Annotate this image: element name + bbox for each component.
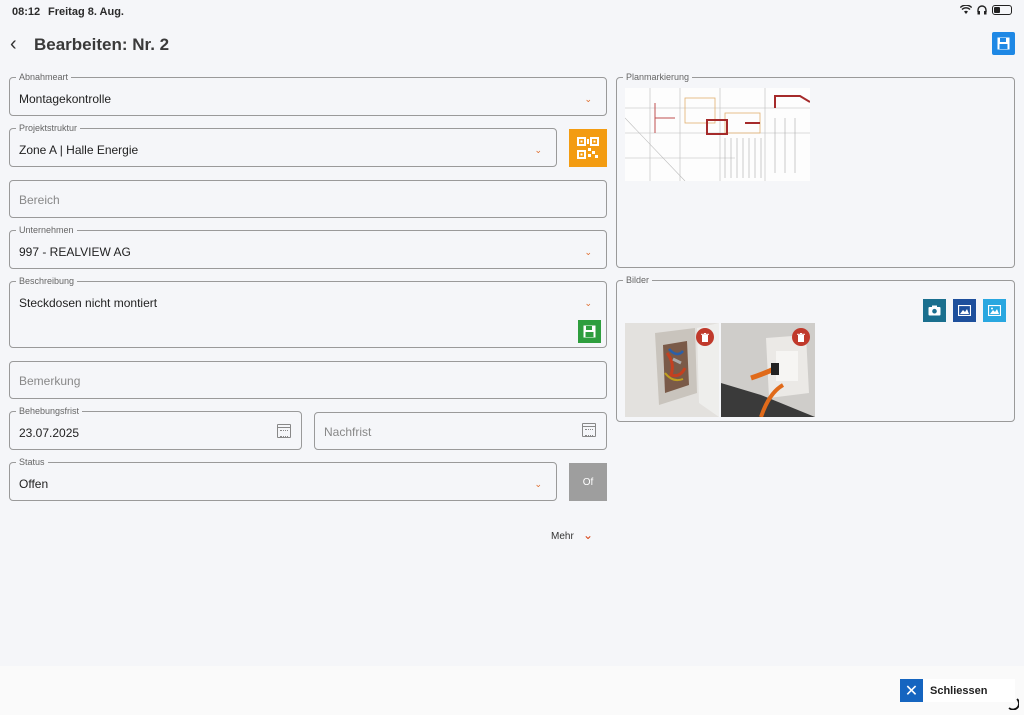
date: Freitag 8. Aug. bbox=[48, 6, 124, 18]
close-button[interactable]: ✕ Schliessen bbox=[900, 679, 1015, 702]
qr-code-icon bbox=[577, 137, 599, 159]
projektstruktur-select[interactable]: Projektstruktur Zone A | Halle Energie ⌄ bbox=[9, 123, 557, 167]
status-bar: 08:12 Freitag 8. Aug. bbox=[0, 0, 1024, 24]
nachfrist-placeholder: Nachfrist bbox=[324, 425, 372, 439]
headphones-icon bbox=[977, 5, 987, 15]
bemerkung-placeholder: Bemerkung bbox=[19, 374, 81, 388]
projektstruktur-value: Zone A | Halle Energie bbox=[19, 143, 139, 157]
abnahmeart-label: Abnahmeart bbox=[19, 72, 69, 82]
status-badge[interactable]: Of bbox=[569, 463, 607, 501]
floppy-icon bbox=[583, 325, 596, 338]
camera-button[interactable] bbox=[923, 299, 946, 322]
loading-spinner-icon bbox=[1008, 698, 1019, 710]
delete-photo-button[interactable] bbox=[696, 328, 714, 346]
save-button[interactable] bbox=[992, 32, 1015, 55]
chevron-down-icon[interactable]: ⌄ bbox=[583, 528, 593, 542]
plan-panel-title: Planmarkierung bbox=[626, 72, 690, 82]
unternehmen-select[interactable]: Unternehmen 997 - REALVIEW AG ⌄ bbox=[9, 225, 607, 269]
chevron-down-icon: ⌄ bbox=[534, 145, 542, 155]
back-chevron-icon[interactable]: ‹ bbox=[10, 33, 17, 56]
camera-icon bbox=[928, 305, 941, 316]
image-annotate-button[interactable] bbox=[983, 299, 1006, 322]
status-value: Offen bbox=[19, 477, 49, 491]
header: ‹ Bearbeiten: Nr. 2 bbox=[0, 30, 1024, 60]
abnahmeart-value: Montagekontrolle bbox=[19, 92, 112, 106]
abnahmeart-select[interactable]: Abnahmeart Montagekontrolle ⌄ bbox=[9, 72, 607, 116]
status-icons bbox=[960, 5, 1012, 15]
projektstruktur-label: Projektstruktur bbox=[19, 123, 78, 133]
photo-thumbnail[interactable] bbox=[625, 323, 719, 417]
floor-plan-image[interactable] bbox=[624, 88, 811, 182]
mehr-link[interactable]: Mehr bbox=[551, 531, 574, 542]
qr-scan-button[interactable] bbox=[569, 129, 607, 167]
status-select[interactable]: Status Offen ⌄ bbox=[9, 457, 557, 501]
save-text-button[interactable] bbox=[578, 320, 601, 343]
unternehmen-value: 997 - REALVIEW AG bbox=[19, 245, 131, 259]
battery-icon bbox=[992, 5, 1012, 15]
close-label[interactable]: Schliessen bbox=[923, 679, 1015, 702]
calendar-icon[interactable] bbox=[582, 423, 596, 437]
calendar-icon[interactable] bbox=[277, 424, 291, 438]
gallery-button[interactable] bbox=[953, 299, 976, 322]
beschreibung-value: Steckdosen nicht montiert bbox=[19, 296, 158, 310]
delete-photo-button[interactable] bbox=[792, 328, 810, 346]
close-icon[interactable]: ✕ bbox=[900, 679, 923, 702]
plan-panel: Planmarkierung bbox=[616, 72, 1015, 268]
bilder-panel-title: Bilder bbox=[626, 275, 650, 285]
landscape-icon bbox=[988, 305, 1001, 316]
nachfrist-field[interactable]: Nachfrist bbox=[314, 412, 607, 450]
wifi-icon bbox=[960, 5, 972, 14]
clock: 08:12 bbox=[12, 6, 41, 18]
beschreibung-field[interactable]: Beschreibung Steckdosen nicht montiert ⌄ bbox=[9, 276, 607, 348]
behebungsfrist-value: 23.07.2025 bbox=[19, 426, 80, 440]
image-icon bbox=[958, 305, 971, 316]
bemerkung-field[interactable]: Bemerkung bbox=[9, 361, 607, 399]
chevron-down-icon: ⌄ bbox=[584, 298, 592, 308]
photo-thumbnail[interactable] bbox=[721, 323, 815, 417]
trash-icon bbox=[797, 332, 805, 342]
chevron-down-icon: ⌄ bbox=[584, 247, 592, 257]
footer-bar bbox=[0, 666, 1024, 715]
trash-icon bbox=[701, 332, 709, 342]
floppy-icon bbox=[997, 37, 1010, 50]
page-title: Bearbeiten: Nr. 2 bbox=[34, 35, 170, 54]
bereich-placeholder: Bereich bbox=[19, 193, 60, 207]
chevron-down-icon: ⌄ bbox=[584, 94, 592, 104]
beschreibung-label: Beschreibung bbox=[19, 276, 75, 286]
chevron-down-icon: ⌄ bbox=[534, 479, 542, 489]
unternehmen-label: Unternehmen bbox=[19, 225, 74, 235]
bereich-field[interactable]: Bereich bbox=[9, 180, 607, 218]
behebungsfrist-field[interactable]: Behebungsfrist 23.07.2025 bbox=[9, 406, 302, 450]
behebungsfrist-label: Behebungsfrist bbox=[19, 406, 80, 416]
status-label: Status bbox=[19, 457, 45, 467]
bilder-panel: Bilder bbox=[616, 275, 1015, 422]
